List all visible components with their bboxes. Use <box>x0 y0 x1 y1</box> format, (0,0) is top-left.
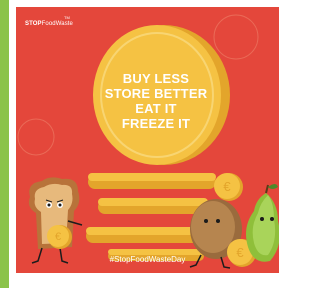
slogan-line: EAT IT <box>135 101 177 116</box>
euro-sign: € <box>223 179 231 194</box>
brand-logo: STOPFoodWaste <box>25 21 73 27</box>
hashtag: #StopFoodWasteDay <box>109 255 186 264</box>
brand-trademark: TM <box>64 15 70 20</box>
slogan-line: BUY LESS <box>122 71 190 86</box>
brand-name-light: FoodWaste <box>41 21 73 27</box>
euro-sign: € <box>55 231 61 243</box>
toast-character <box>28 177 83 264</box>
bg-coin-outline <box>17 118 55 156</box>
slogan-line: STORE BETTER <box>104 86 208 101</box>
poster-illustration: € € € <box>17 14 279 269</box>
coin-top-right: € <box>214 173 243 201</box>
bg-coin-outline <box>213 14 259 60</box>
social-post-frame: € € € STOPFoodWaste TM BUY LESS STORE BE… <box>0 0 291 288</box>
slogan-line: FREEZE IT <box>121 116 191 131</box>
left-accent-bar <box>0 0 9 288</box>
slogan: BUY LESS STORE BETTER EAT IT FREEZE IT <box>91 71 221 131</box>
stop-food-waste-poster: € € € STOPFoodWaste TM BUY LESS STORE BE… <box>16 7 279 273</box>
brand-name-bold: STOP <box>25 21 42 27</box>
pear-character <box>246 184 279 262</box>
